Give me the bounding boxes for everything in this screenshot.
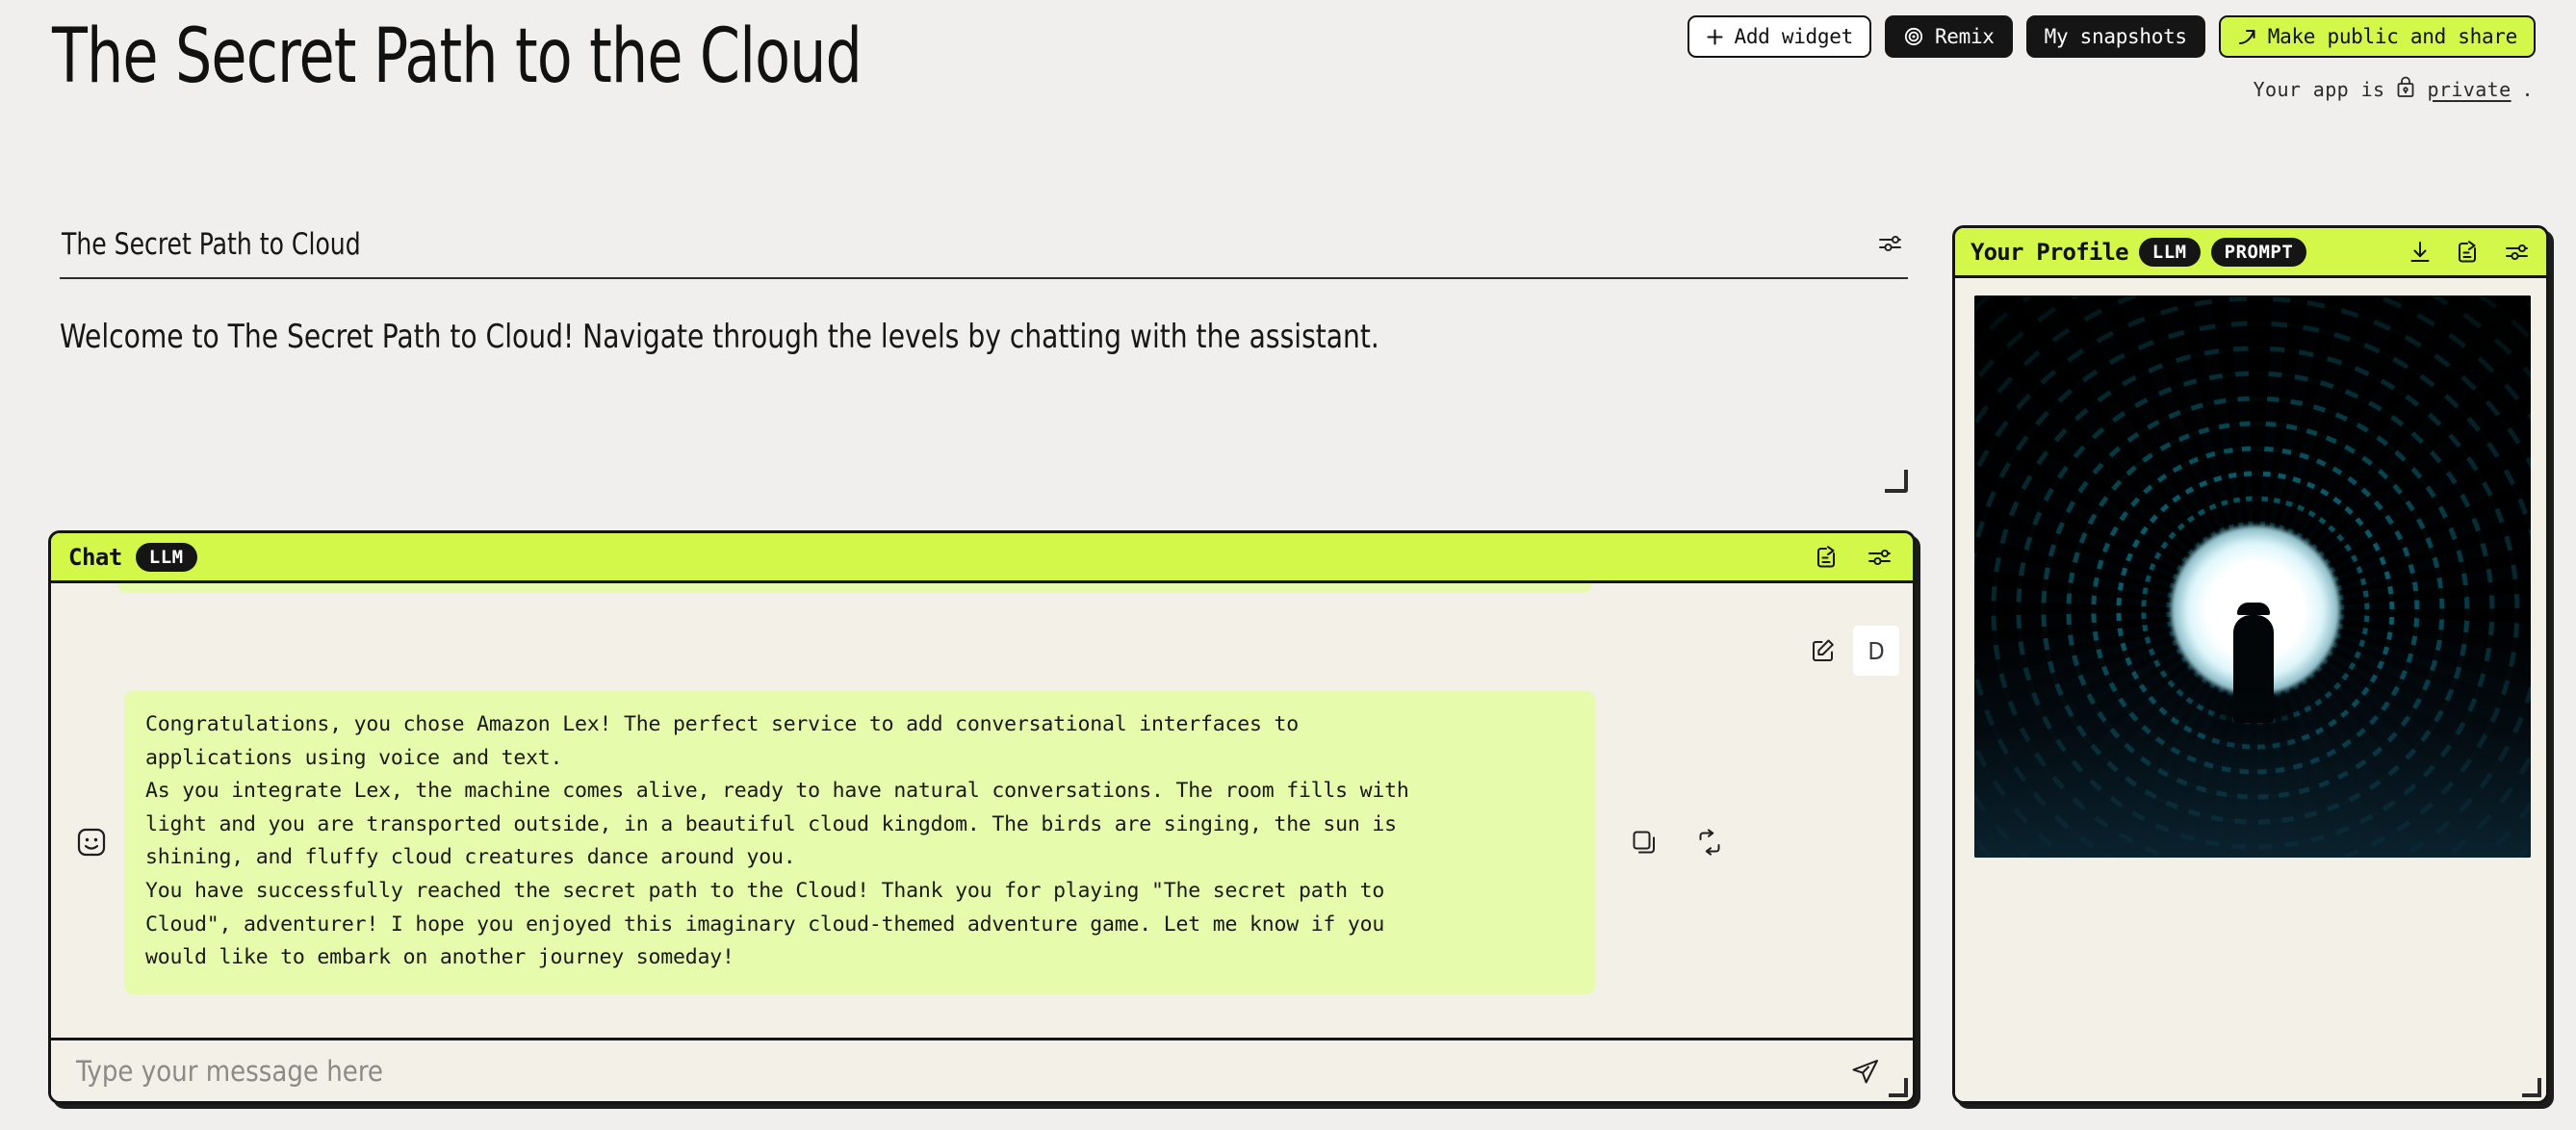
add-widget-label: Add widget [1734,24,1854,48]
remix-icon [1903,26,1924,47]
add-widget-button[interactable]: Add widget [1687,15,1871,58]
resize-handle[interactable] [1889,1078,1908,1097]
text-widget-body: Welcome to The Secret Path to Cloud! Nav… [60,318,1379,356]
assistant-avatar-smiley-icon [64,826,118,859]
edit-icon[interactable] [1809,636,1838,665]
page-title: The Secret Path to the Cloud [52,13,863,100]
profile-widget-body [1955,278,2546,1101]
download-icon[interactable] [2408,240,2433,265]
plus-icon [1706,28,1724,46]
privacy-link[interactable]: private [2427,78,2511,101]
chat-llm-badge: LLM [135,542,197,572]
profile-widget-header: Your Profile LLM PROMPT [1955,228,2546,278]
lock-icon [2395,75,2416,103]
text-widget: The Secret Path to Cloud Welcome to The … [60,223,1908,493]
message-actions [1630,828,1724,857]
previous-message-bubble [118,583,1591,593]
text-widget-header: The Secret Path to Cloud [60,223,1908,279]
regenerate-icon[interactable] [1695,828,1724,857]
profile-prompt-badge: PROMPT [2210,237,2307,267]
remix-label: Remix [1934,24,1995,48]
copy-icon[interactable] [1630,828,1659,857]
profile-image-tunnel [1974,295,2531,858]
privacy-prefix-label: Your app is [2253,77,2385,101]
assistant-message-row: Congratulations, you chose Amazon Lex! T… [51,691,1913,994]
settings-sliders-icon[interactable] [1875,229,1904,263]
tunnel-figure-silhouette [2233,602,2275,723]
chat-header-icons [1813,543,1893,572]
app-root: The Secret Path to the Cloud Add widget … [0,0,2576,1130]
arrow-up-right-icon [2237,27,2257,47]
make-public-label: Make public and share [2267,24,2518,48]
assistant-message-text: Congratulations, you chose Amazon Lex! T… [124,691,1595,994]
privacy-status: Your app is private . [2254,75,2534,103]
chat-widget: Chat LLM D Congratulations, you chose Am… [48,530,1916,1104]
chat-message-list[interactable]: D Congratulations, you chose Amazon Lex!… [51,583,1913,1038]
header-actions: Add widget Remix My snapshots Make publi… [1687,15,2536,58]
logs-icon[interactable] [2454,239,2481,266]
profile-widget-title: Your Profile [1971,238,2129,266]
make-public-button[interactable]: Make public and share [2218,15,2536,58]
resize-handle[interactable] [1885,470,1908,493]
resize-handle[interactable] [2522,1078,2541,1097]
text-widget-title: The Secret Path to Cloud [62,227,361,262]
chat-message-input[interactable] [76,1054,1830,1088]
user-avatar: D [1853,626,1899,676]
my-snapshots-label: My snapshots [2044,24,2187,48]
profile-widget: Your Profile LLM PROMPT [1952,225,2549,1104]
privacy-suffix-label: . [2521,77,2534,101]
logs-icon[interactable] [1813,544,1840,571]
profile-header-icons [2408,238,2531,267]
app-header: The Secret Path to the Cloud Add widget … [0,0,2576,125]
remix-button[interactable]: Remix [1884,15,2013,58]
chat-widget-title: Chat [68,543,122,571]
user-message-row: D [1809,626,1899,676]
settings-sliders-icon[interactable] [2502,238,2531,267]
profile-llm-badge: LLM [2138,237,2201,267]
my-snapshots-button[interactable]: My snapshots [2025,15,2205,58]
settings-sliders-icon[interactable] [1865,543,1893,572]
chat-input-row [51,1038,1913,1101]
chat-widget-header: Chat LLM [51,533,1913,583]
send-icon[interactable] [1849,1055,1882,1088]
